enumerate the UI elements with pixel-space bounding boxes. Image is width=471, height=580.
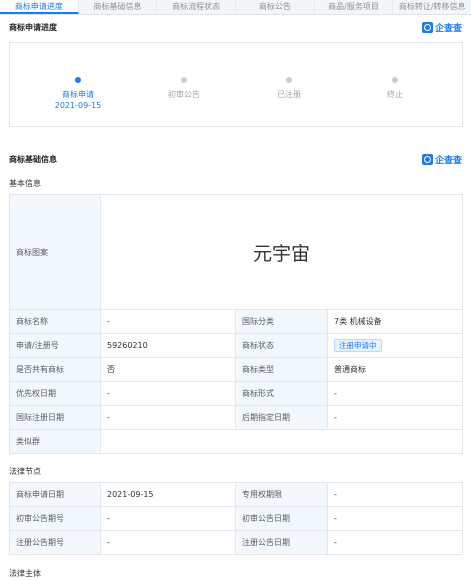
field-label: 注册公告日期 bbox=[235, 530, 328, 555]
field-value: - bbox=[100, 530, 236, 555]
progress-step-preliminary: 初审公告 bbox=[144, 77, 224, 100]
field-label: 商标申请日期 bbox=[9, 482, 101, 507]
step-label: 商标申请 bbox=[62, 90, 94, 99]
step-dot-icon bbox=[181, 77, 187, 83]
step-dot-icon bbox=[75, 77, 81, 83]
table-row: 是否共有商标 否 商标类型 普通商标 bbox=[9, 357, 464, 382]
table-row: 申请/注册号 59260210 商标状态 注册申请中 bbox=[9, 333, 464, 358]
field-value: - bbox=[100, 309, 236, 334]
field-label: 商标类型 bbox=[235, 357, 328, 382]
field-value: 7类 机械设备 bbox=[326, 309, 464, 334]
field-label: 专用权期限 bbox=[235, 482, 328, 507]
field-label: 优先权日期 bbox=[9, 381, 101, 406]
status-badge: 注册申请中 bbox=[334, 339, 382, 352]
field-label: 申请/注册号 bbox=[9, 333, 101, 358]
qichacha-logo[interactable]: 企查查 bbox=[421, 21, 462, 34]
table-row: 国际注册日期 - 后期指定日期 - bbox=[9, 405, 464, 430]
tab-goods-services[interactable]: 商品/服务项目 bbox=[315, 0, 394, 14]
tab-process-status[interactable]: 商标流程状态 bbox=[157, 0, 237, 14]
legal-subject-subtitle: 法律主体 bbox=[9, 569, 41, 578]
qichacha-logo-icon bbox=[421, 21, 433, 33]
progress-section-header: 商标申请进度 企查查 bbox=[9, 20, 462, 34]
table-row: 优先权日期 - 商标形式 - bbox=[9, 381, 464, 406]
progress-section-title: 商标申请进度 bbox=[9, 22, 57, 32]
step-label: 初审公告 bbox=[168, 90, 200, 99]
field-value: - bbox=[327, 506, 463, 531]
trademark-image: 元宇宙 bbox=[99, 194, 464, 310]
table-row: 注册公告期号 - 注册公告日期 - bbox=[9, 530, 463, 555]
field-value: - bbox=[100, 506, 236, 531]
field-label: 商标状态 bbox=[235, 333, 328, 358]
trademark-image-label: 商标图案 bbox=[9, 194, 101, 310]
basic-info-subtitle: 基本信息 bbox=[9, 179, 41, 188]
step-label: 终止 bbox=[387, 90, 403, 99]
qichacha-logo[interactable]: 企查查 bbox=[421, 153, 462, 166]
legal-nodes-subtitle: 法律节点 bbox=[9, 467, 41, 476]
field-value: - bbox=[100, 405, 236, 430]
field-label: 国际注册日期 bbox=[9, 405, 101, 430]
legal-nodes-table: 商标申请日期 2021-09-15 专用权期限 - 初审公告期号 - 初审公告日… bbox=[9, 482, 463, 555]
tab-application-progress[interactable]: 商标申请进度 bbox=[0, 0, 79, 14]
step-date: 2021-09-15 bbox=[54, 101, 102, 110]
field-value: - bbox=[100, 381, 236, 406]
field-value: 普通商标 bbox=[326, 357, 464, 382]
step-dot-icon bbox=[392, 77, 398, 83]
step-dot-icon bbox=[286, 77, 292, 83]
status-cell: 注册申请中 bbox=[326, 333, 464, 358]
table-row: 商标申请日期 2021-09-15 专用权期限 - bbox=[9, 482, 463, 507]
field-value: - bbox=[326, 381, 464, 406]
tab-bar: 商标申请进度 商标基础信息 商标流程状态 商标公告 商品/服务项目 商标转让/转… bbox=[0, 0, 471, 15]
tab-basic-info[interactable]: 商标基础信息 bbox=[79, 0, 158, 14]
field-value: 59260210 bbox=[100, 333, 236, 358]
qichacha-logo-icon bbox=[421, 153, 433, 165]
field-label: 注册公告期号 bbox=[9, 530, 101, 555]
qichacha-logo-text: 企查查 bbox=[434, 23, 462, 34]
similar-group-label: 类似群 bbox=[9, 429, 101, 454]
field-label: 商标名称 bbox=[9, 309, 101, 334]
progress-timeline: 商标申请 2021-09-15 初审公告 已注册 终止 bbox=[9, 42, 463, 127]
step-label: 已注册 bbox=[277, 90, 301, 99]
progress-step-terminated: 终止 bbox=[355, 77, 435, 100]
basic-info-table: 商标图案 元宇宙 商标名称 - 国际分类 7类 机械设备 申请/注册号 5926… bbox=[9, 194, 464, 454]
basic-section-header: 商标基础信息 企查查 bbox=[9, 152, 462, 166]
field-value: - bbox=[327, 482, 463, 507]
field-label: 是否共有商标 bbox=[9, 357, 101, 382]
field-label: 商标形式 bbox=[235, 381, 328, 406]
table-row: 类似群 bbox=[9, 429, 464, 454]
basic-section-title: 商标基础信息 bbox=[9, 154, 57, 164]
field-value: 否 bbox=[100, 357, 236, 382]
table-row: 商标图案 元宇宙 bbox=[9, 194, 464, 310]
progress-step-application: 商标申请 2021-09-15 bbox=[38, 77, 118, 111]
field-value: - bbox=[326, 405, 464, 430]
field-label: 初审公告期号 bbox=[9, 506, 101, 531]
field-label: 初审公告日期 bbox=[235, 506, 328, 531]
progress-step-registered: 已注册 bbox=[249, 77, 329, 100]
field-label: 国际分类 bbox=[235, 309, 328, 334]
qichacha-logo-text: 企查查 bbox=[434, 155, 462, 166]
similar-group-value bbox=[99, 429, 464, 454]
field-value: 2021-09-15 bbox=[100, 482, 236, 507]
tab-transfer-info[interactable]: 商标转让/转移信息 bbox=[393, 0, 471, 14]
table-row: 商标名称 - 国际分类 7类 机械设备 bbox=[9, 309, 464, 334]
tab-announcement[interactable]: 商标公告 bbox=[236, 0, 315, 14]
field-value: - bbox=[327, 530, 463, 555]
table-row: 初审公告期号 - 初审公告日期 - bbox=[9, 506, 463, 531]
field-label: 后期指定日期 bbox=[235, 405, 328, 430]
